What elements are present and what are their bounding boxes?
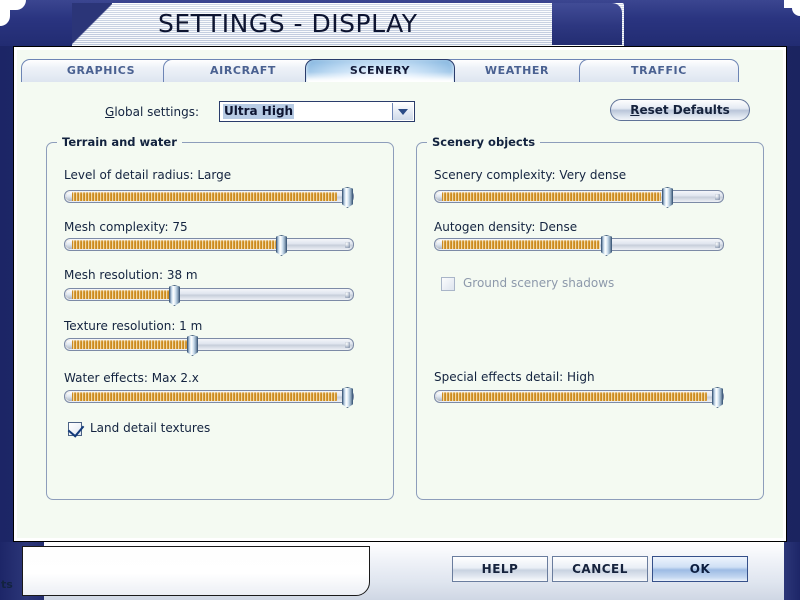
slider-water-effects[interactable] (64, 390, 354, 403)
slider-left-cap-water-effects (66, 392, 72, 401)
slider-autogen-density[interactable] (434, 238, 724, 251)
footer-white-panel (22, 546, 370, 596)
tab-weather[interactable]: WEATHER (437, 59, 597, 82)
slider-mesh-complexity[interactable] (64, 238, 354, 251)
cancel-button[interactable]: CANCEL (552, 556, 648, 582)
slider-thumb-autogen-density[interactable] (601, 235, 612, 256)
slider-end-mark-mesh-complexity (345, 242, 350, 248)
slider-left-cap-mesh-resolution (66, 290, 72, 299)
checkbox-land-detail-textures[interactable] (68, 422, 82, 436)
tab-aircraft-label: AIRCRAFT (210, 64, 276, 77)
slider-mesh-resolution[interactable] (64, 288, 354, 301)
slider-fill-water-effects (66, 392, 337, 401)
slider-left-cap-special-effects (436, 392, 442, 401)
global-settings-value: Ultra High (223, 104, 294, 119)
tab-aircraft[interactable]: AIRCRAFT (163, 59, 323, 82)
checkbox-label-land-detail-textures: Land detail textures (90, 421, 210, 435)
slider-thumb-water-effects[interactable] (342, 387, 353, 408)
tab-graphics-label: GRAPHICS (67, 64, 135, 77)
slider-fill-scenery-complexity (436, 192, 661, 201)
slider-end-mark-texture-resolution (345, 342, 350, 348)
label-scenery-complexity: Scenery complexity: Very dense (434, 168, 626, 182)
footer-navy-right (784, 542, 800, 600)
tab-traffic-label: TRAFFIC (631, 64, 687, 77)
checkbox-label-ground-scenery-shadows: Ground scenery shadows (463, 276, 614, 290)
chevron-down-icon[interactable] (392, 103, 413, 120)
tab-weather-label: WEATHER (485, 64, 549, 77)
label-autogen-density: Autogen density: Dense (434, 220, 577, 234)
slider-end-mark-mesh-resolution (345, 292, 350, 298)
tab-scenery-label: SCENERY (350, 64, 410, 77)
global-settings-label: Global settings: (105, 105, 199, 119)
label-special-effects-detail: Special effects detail: High (434, 370, 595, 384)
slider-left-cap-mesh-complexity (66, 240, 72, 249)
group-terrain-title: Terrain and water (57, 135, 182, 149)
slider-fill-mesh-complexity (66, 240, 276, 249)
help-button[interactable]: HELP (452, 556, 548, 582)
reset-defaults-button[interactable]: Reset Defaults (610, 99, 750, 121)
tab-scenery[interactable]: SCENERY (305, 59, 455, 82)
global-settings-label-rest: lobal settings: (114, 105, 199, 119)
slider-end-mark-scenery-complexity (715, 194, 720, 200)
slider-thumb-texture-resolution[interactable] (187, 335, 198, 356)
global-settings-dropdown[interactable]: Ultra High (219, 101, 415, 122)
slider-left-cap-lod (66, 192, 72, 201)
slider-texture-resolution[interactable] (64, 338, 354, 351)
reset-defaults-label-rest: eset Defaults (639, 103, 729, 117)
tab-traffic[interactable]: TRAFFIC (579, 59, 739, 82)
title-bar-right-cap (552, 3, 622, 45)
slider-fill-lod (66, 192, 337, 201)
slider-left-cap-texture-resolution (66, 340, 72, 349)
slider-fill-special-effects (436, 392, 707, 401)
footer-corner-text: ts (1, 578, 13, 591)
label-texture-resolution: Texture resolution: 1 m (64, 319, 202, 333)
label-water-effects: Water effects: Max 2.x (64, 371, 199, 385)
slider-thumb-mesh-complexity[interactable] (276, 235, 287, 256)
tab-graphics[interactable]: GRAPHICS (21, 59, 181, 82)
settings-display-window: SETTINGS - DISPLAY GRAPHICS AIRCRAFT SCE… (0, 0, 800, 600)
slider-left-cap-autogen-density (436, 240, 442, 249)
slider-thumb-special-effects[interactable] (712, 387, 723, 408)
check-icon (68, 420, 85, 437)
group-scenery-title: Scenery objects (427, 135, 540, 149)
slider-thumb-scenery-complexity[interactable] (662, 187, 673, 208)
checkbox-ground-scenery-shadows[interactable] (441, 277, 455, 291)
global-settings-accel: G (105, 105, 114, 119)
page-title: SETTINGS - DISPLAY (158, 9, 418, 38)
slider-end-mark-autogen-density (715, 242, 720, 248)
label-level-of-detail-radius: Level of detail radius: Large (64, 168, 231, 182)
slider-special-effects-detail[interactable] (434, 390, 724, 403)
title-bar: SETTINGS - DISPLAY (72, 3, 624, 47)
title-bar-bevel (72, 3, 112, 47)
chevron-down-glyph (398, 109, 408, 115)
label-mesh-resolution: Mesh resolution: 38 m (64, 268, 198, 282)
label-mesh-complexity: Mesh complexity: 75 (64, 220, 188, 234)
slider-scenery-complexity[interactable] (434, 190, 724, 203)
slider-fill-texture-resolution (66, 340, 187, 349)
slider-fill-mesh-resolution (66, 290, 170, 299)
slider-level-of-detail-radius[interactable] (64, 190, 354, 203)
slider-left-cap-scenery-complexity (436, 192, 442, 201)
tab-strip: GRAPHICS AIRCRAFT SCENERY WEATHER TRAFFI… (13, 59, 773, 82)
ok-button[interactable]: OK (652, 556, 748, 582)
slider-thumb-lod[interactable] (342, 187, 353, 208)
slider-thumb-mesh-resolution[interactable] (169, 285, 180, 306)
slider-fill-autogen-density (436, 240, 600, 249)
